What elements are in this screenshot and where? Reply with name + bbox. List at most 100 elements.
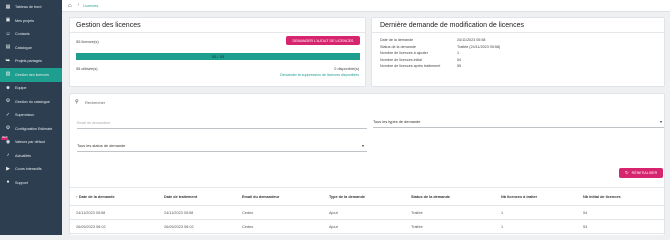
- sidebar-item[interactable]: ● Support: [0, 176, 62, 190]
- new-badge: NEW: [1, 136, 9, 140]
- sidebar-item-label: Gestion des licences: [15, 72, 50, 77]
- column-header-label: Date de la demande: [78, 195, 115, 199]
- table-cell: 1: [501, 225, 504, 229]
- table-cell: Traitée: [411, 225, 423, 229]
- table-cell: 54: [583, 211, 588, 215]
- home-icon[interactable]: ⌂: [68, 3, 72, 9]
- sidebar-item-label: Mes projets: [15, 18, 35, 23]
- sidebar-item[interactable]: ☺ Contacts: [0, 28, 62, 42]
- sidebar-item-label: Contacts: [15, 32, 30, 37]
- divider: [70, 187, 664, 188]
- column-header-label: Nb initial de licences: [583, 195, 621, 199]
- add-licenses-button[interactable]: DEMANDER L'AJOUT DE LICENCES: [286, 36, 360, 45]
- catalog-icon: ▤: [5, 44, 11, 51]
- chevron-right-icon: ›: [77, 2, 80, 8]
- sidebar-item[interactable]: ▶ Cours interactifs: [0, 163, 62, 177]
- sidebar-item[interactable]: ♪ Actualités: [0, 149, 62, 163]
- sidebar-item-label: Equipe: [15, 86, 27, 91]
- table-cell: Cedeo: [242, 225, 254, 229]
- sidebar-item[interactable]: ⚙ Gestion du catalogue: [0, 95, 62, 109]
- sidebar-item[interactable]: ✓ Supervision: [0, 109, 62, 123]
- column-header-label: Type de la demande: [329, 195, 366, 199]
- caret-down-icon[interactable]: ▾: [660, 120, 662, 124]
- reset-button[interactable]: ↻ RÉINITIALISER: [619, 168, 663, 178]
- sidebar-item[interactable]: ▣ Mes projets: [0, 14, 62, 28]
- defaults-icon: ◉: [5, 138, 11, 145]
- detail-label: Date de la demande: [380, 38, 414, 42]
- detail-label: Nombre de licences à ajouter: [380, 51, 428, 56]
- team-icon: ☻: [5, 84, 11, 91]
- sidebar-item[interactable]: ▦ Tableau de bord: [0, 1, 62, 15]
- sidebar-item[interactable]: ▧ Gestion des licences: [0, 68, 62, 82]
- table-cell: Ajout: [329, 225, 338, 229]
- requests-card: ⚲ Rechercher Email du demandeur Tous les…: [69, 93, 665, 235]
- detail-value: Traitée (24/11/2023 05:58): [457, 44, 501, 49]
- sidebar-item-label: Support: [15, 180, 28, 185]
- catalog-settings-icon: ⚙: [5, 98, 11, 105]
- detail-value: 24/11/2023 05:58: [457, 38, 486, 42]
- types-select-underline: [373, 127, 664, 128]
- contacts-icon: ☺: [5, 30, 11, 37]
- detail-label: Nombre de licences initial: [380, 57, 423, 62]
- table-cell: 24/11/2023 05:58: [76, 211, 106, 215]
- sidebar-item-label: Actualités: [15, 153, 31, 158]
- courses-icon: ▶: [6, 165, 10, 172]
- support-icon: ●: [6, 179, 10, 186]
- last-request-card: Dernière demande de modification de lice…: [371, 17, 665, 87]
- breadcrumb-current[interactable]: Licences: [83, 4, 98, 8]
- available-licenses: 0 disponible(s): [334, 67, 359, 71]
- status-select[interactable]: Tous les status de demande: [77, 143, 125, 148]
- dashboard-icon: ▦: [5, 3, 11, 10]
- table-cell: 24/11/2023 05:58: [164, 211, 194, 215]
- column-header[interactable]: Email du demandeur: [242, 195, 279, 199]
- sidebar-item[interactable]: ◉ Valeurs par défaut NEW: [0, 136, 62, 150]
- table-cell: Cedeo: [242, 211, 254, 215]
- projects-icon: ▣: [5, 17, 11, 24]
- table-cell: 26/09/2023 08:02: [164, 225, 194, 229]
- email-field[interactable]: Email du demandeur: [77, 121, 110, 125]
- row-divider: [70, 219, 664, 220]
- divider: [372, 32, 664, 33]
- column-header[interactable]: Nb initial de licences: [583, 195, 621, 199]
- sidebar-menu: ▦ Tableau de bord ▣ Mes projets ☺ Contacts ▤ Ca…: [0, 1, 62, 190]
- column-header-label: Email du demandeur: [242, 195, 280, 199]
- column-header[interactable]: Type de la demande: [329, 195, 365, 199]
- column-header[interactable]: Status de la demande: [411, 195, 450, 199]
- detail-row: Date de la demande 24/11/2023 05:58: [380, 38, 485, 42]
- share-icon: ⮩: [5, 57, 11, 64]
- column-header[interactable]: Nb licences à traiter: [501, 195, 537, 199]
- detail-row: Nombre de licences à ajouter 1: [380, 51, 459, 55]
- types-select[interactable]: Tous les types de demande: [373, 119, 420, 124]
- status-select-underline: [77, 151, 367, 152]
- search-input[interactable]: Rechercher: [85, 100, 105, 105]
- refresh-icon: ↻: [624, 170, 629, 175]
- license-card: Gestion des licences 55 licence(s) DEMAN…: [69, 17, 366, 87]
- sidebar-item-label: Tableau de bord: [15, 5, 42, 10]
- sidebar-item[interactable]: ⚙ Configuration Estimate: [0, 122, 62, 136]
- remove-licenses-link[interactable]: Demander la suppression de licences disp…: [280, 73, 359, 77]
- sidebar-item-label: Configuration Estimate: [15, 126, 53, 131]
- column-header-label: Date de traitement: [164, 195, 198, 199]
- column-header[interactable]: ↑Date de la demande: [76, 195, 115, 199]
- sidebar-item-label: Supervision: [15, 113, 35, 118]
- sidebar-item-label: Projets partagés: [15, 59, 42, 64]
- email-field-underline: [77, 128, 367, 129]
- license-progress-bar: 55 / 55: [76, 53, 360, 60]
- table-cell: 26/09/2023 08:02: [76, 225, 106, 229]
- detail-row: Nombre de licences initial 54: [380, 58, 461, 62]
- supervision-icon: ✓: [5, 111, 11, 118]
- search-icon: ⚲: [75, 99, 79, 105]
- sidebar-item[interactable]: ⮩ Projets partagés: [0, 55, 62, 69]
- sort-arrow-icon[interactable]: ↑: [76, 195, 78, 199]
- row-divider: [70, 233, 664, 234]
- topbar: ⌂ › Licences: [62, 0, 670, 12]
- news-icon: ♪: [6, 152, 10, 159]
- sidebar-item[interactable]: ▤ Catalogue: [0, 41, 62, 55]
- last-request-title: Dernière demande de modification de lice…: [380, 22, 524, 29]
- sidebar-item[interactable]: ☻ Equipe: [0, 82, 62, 96]
- table-cell: 1: [501, 211, 504, 215]
- column-header[interactable]: Date de traitement: [164, 195, 197, 199]
- detail-label: Status de la demande: [380, 44, 416, 49]
- table-cell: Traitée: [411, 211, 423, 215]
- caret-down-icon[interactable]: ▾: [362, 144, 364, 148]
